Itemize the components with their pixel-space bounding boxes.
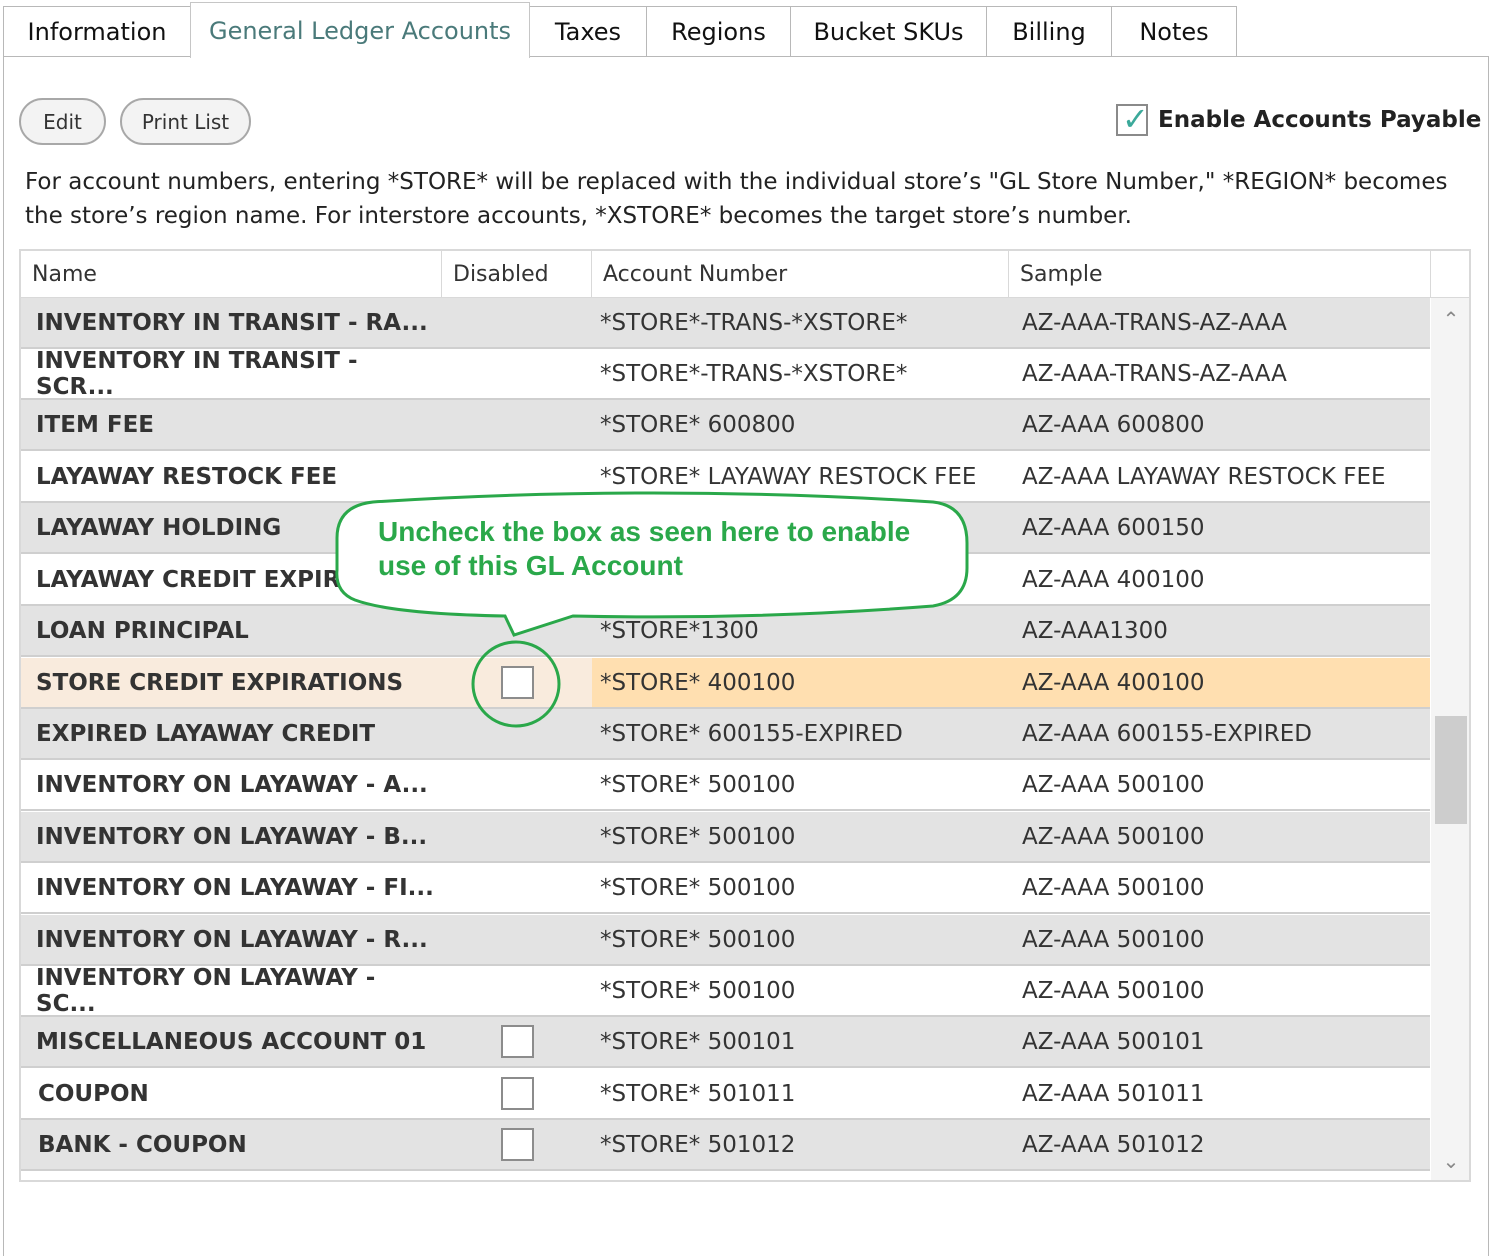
cell-sample: AZ-AAA 500100 — [1022, 977, 1205, 1004]
cell-name: INVENTORY IN TRANSIT - RA... — [36, 309, 428, 336]
cell-name: MISCELLANEOUS ACCOUNT 01 — [36, 1028, 427, 1055]
cell-name: INVENTORY ON LAYAWAY - B... — [36, 823, 428, 850]
tab-label: General Ledger Accounts — [208, 16, 512, 45]
tab-notes[interactable]: Notes — [1111, 6, 1237, 57]
print-list-button[interactable]: Print List — [120, 98, 251, 145]
table-row[interactable]: INVENTORY ON LAYAWAY - B... *STORE* 5001… — [21, 812, 1430, 863]
table-row[interactable]: INVENTORY ON LAYAWAY - R... *STORE* 5001… — [21, 915, 1430, 966]
tab-regions[interactable]: Regions — [646, 6, 791, 57]
disabled-checkbox[interactable] — [500, 1128, 534, 1161]
cell-name: BANK - COUPON — [38, 1131, 247, 1158]
cell-sample: AZ-AAA 501012 — [1022, 1131, 1205, 1158]
cell-name: INVENTORY ON LAYAWAY - A... — [36, 771, 428, 798]
tab-label: Bucket SKUs — [813, 18, 964, 46]
scroll-down-icon[interactable]: ⌄ — [1431, 1146, 1469, 1176]
cell-sample: AZ-AAA 600800 — [1022, 411, 1205, 438]
cell-account-number: *STORE* 500100 — [600, 823, 796, 850]
cell-account-number: *STORE*-TRANS-*XSTORE* — [600, 309, 908, 336]
cell-name: INVENTORY ON LAYAWAY - SC... — [36, 964, 376, 1017]
cell-sample: AZ-AAA 400100 — [1022, 566, 1205, 593]
tab-information[interactable]: Information — [3, 6, 191, 57]
edit-button[interactable]: Edit — [19, 98, 106, 145]
cell-sample: AZ-AAA 501011 — [1022, 1080, 1205, 1107]
enable-accounts-payable[interactable]: ✓ Enable Accounts Payable — [1116, 100, 1482, 138]
cell-account-number: *STORE* 500101 — [600, 1028, 796, 1055]
cell-sample: AZ-AAA 400100 — [1022, 669, 1205, 696]
table-row[interactable]: BANK - COUPON *STORE* 501012 AZ-AAA 5010… — [21, 1120, 1430, 1171]
callout-text: Uncheck the box as seen here to enable u… — [378, 516, 911, 581]
cell-account-number: *STORE* 501011 — [600, 1080, 796, 1107]
cell-sample: AZ-AAA1300 — [1022, 617, 1168, 644]
cell-name: ITEM FEE — [36, 411, 154, 438]
disabled-checkbox[interactable] — [500, 1025, 534, 1058]
table-row[interactable]: INVENTORY ON LAYAWAY - FI... *STORE* 500… — [21, 863, 1430, 914]
grid-header: Name Disabled Account Number Sample — [21, 251, 1469, 298]
cell-sample: AZ-AAA 500101 — [1022, 1028, 1205, 1055]
column-header-name[interactable]: Name — [21, 251, 442, 298]
cell-disabled — [442, 1120, 592, 1169]
scroll-up-icon[interactable]: ⌃ — [1431, 304, 1469, 334]
cell-name: COUPON — [38, 1080, 149, 1107]
highlight-circle — [471, 640, 561, 728]
checkmark-icon: ✓ — [1122, 100, 1149, 138]
cell-sample: AZ-AAA-TRANS-AZ-AAA — [1022, 309, 1287, 336]
cell-account-number: *STORE* 501012 — [600, 1131, 796, 1158]
enable-accounts-payable-checkbox[interactable]: ✓ — [1116, 100, 1149, 138]
cell-disabled — [442, 1017, 592, 1066]
cell-sample: AZ-AAA 600150 — [1022, 514, 1205, 541]
table-row[interactable]: ITEM FEE *STORE* 600800 AZ-AAA 600800 — [21, 400, 1430, 451]
cell-account-number: *STORE*-TRANS-*XSTORE* — [600, 360, 908, 387]
table-row[interactable]: INVENTORY ON LAYAWAY - A... *STORE* 5001… — [21, 760, 1430, 811]
cell-account-number: *STORE* 500100 — [600, 771, 796, 798]
disabled-checkbox[interactable] — [500, 1077, 534, 1110]
column-header-account-number[interactable]: Account Number — [592, 251, 1009, 298]
table-row[interactable]: COUPON *STORE* 501011 AZ-AAA 501011 — [21, 1069, 1430, 1120]
cell-account-number: *STORE* 600800 — [600, 411, 796, 438]
cell-disabled — [442, 1069, 592, 1118]
tab-label: Notes — [1139, 18, 1209, 46]
vertical-scrollbar[interactable]: ⌃ ⌄ — [1431, 298, 1469, 1180]
cell-name: INVENTORY IN TRANSIT - SCR... — [36, 347, 358, 400]
tab-bucket-skus[interactable]: Bucket SKUs — [790, 6, 987, 57]
table-row[interactable]: INVENTORY ON LAYAWAY - SC... *STORE* 500… — [21, 964, 1430, 1017]
tab-label: Regions — [671, 18, 766, 46]
tab-billing[interactable]: Billing — [986, 6, 1112, 57]
cell-name: INVENTORY ON LAYAWAY - R... — [36, 926, 428, 953]
table-row[interactable]: MISCELLANEOUS ACCOUNT 01 *STORE* 500101 … — [21, 1017, 1430, 1068]
tab-general-ledger-accounts[interactable]: General Ledger Accounts — [190, 2, 530, 58]
cell-account-number: *STORE* 500100 — [600, 874, 796, 901]
table-row[interactable]: INVENTORY IN TRANSIT - SCR... *STORE*-TR… — [21, 347, 1430, 400]
cell-account-number: *STORE* 500100 — [600, 977, 796, 1004]
cell-sample: AZ-AAA 500100 — [1022, 823, 1205, 850]
column-header-disabled[interactable]: Disabled — [442, 251, 592, 298]
cell-sample: AZ-AAA 600155-EXPIRED — [1022, 720, 1312, 747]
tab-taxes[interactable]: Taxes — [529, 6, 647, 57]
cell-name: INVENTORY ON LAYAWAY - FI... — [36, 874, 434, 901]
tab-label: Billing — [1012, 18, 1086, 46]
column-header-sample[interactable]: Sample — [1009, 251, 1431, 298]
cell-account-number: *STORE* 500100 — [600, 926, 796, 953]
scrollbar-thumb[interactable] — [1435, 716, 1467, 824]
cell-sample: AZ-AAA 500100 — [1022, 771, 1205, 798]
enable-accounts-payable-label: Enable Accounts Payable — [1158, 107, 1482, 133]
grid-rows: INVENTORY IN TRANSIT - RA... *STORE*-TRA… — [21, 298, 1430, 1180]
cell-sample: AZ-AAA LAYAWAY RESTOCK FEE — [1022, 463, 1386, 490]
tab-label: Information — [27, 18, 167, 46]
cell-sample: AZ-AAA 500100 — [1022, 926, 1205, 953]
table-row[interactable]: INVENTORY IN TRANSIT - RA... *STORE*-TRA… — [21, 298, 1430, 349]
tab-label: Taxes — [554, 18, 622, 46]
cell-sample: AZ-AAA 500100 — [1022, 874, 1205, 901]
tab-bar: Information General Ledger Accounts Taxe… — [0, 0, 1491, 58]
cell-sample: AZ-AAA-TRANS-AZ-AAA — [1022, 360, 1287, 387]
help-text: For account numbers, entering *STORE* wi… — [25, 169, 1448, 229]
